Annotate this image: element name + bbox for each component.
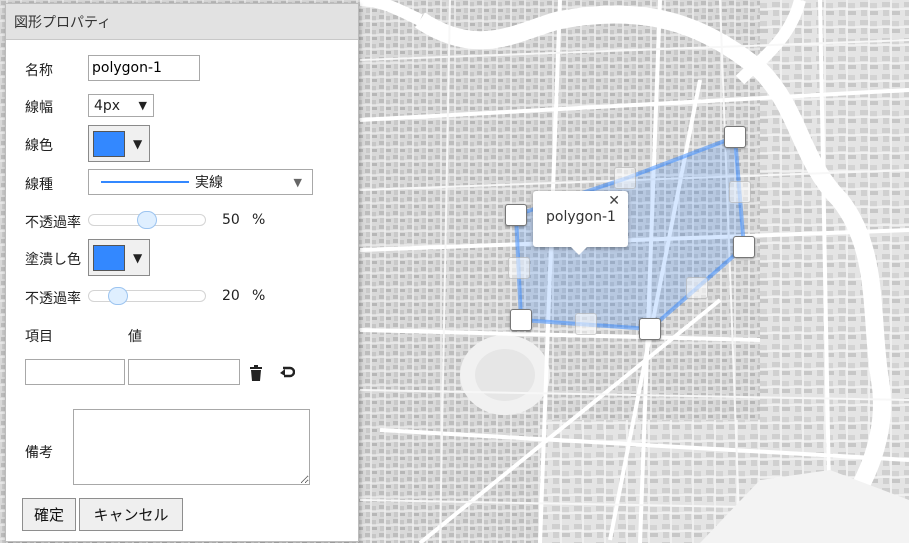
vertex-handle[interactable] <box>733 236 755 258</box>
notes-label: 備考 <box>25 445 53 461</box>
shape-properties-dialog: 図形プロパティ 名称 線幅 4px ▼ 線色 ▼ 線種 実線 ▼ 不透過率 50… <box>5 3 359 542</box>
dialog-title: 図形プロパティ <box>14 14 112 31</box>
vertex-handle[interactable] <box>510 309 532 331</box>
midpoint-handle[interactable] <box>508 257 530 279</box>
attr-key-header: 項目 <box>25 329 53 345</box>
close-icon[interactable]: ✕ <box>608 193 620 209</box>
notes-textarea[interactable] <box>73 409 310 485</box>
attr-key-input[interactable] <box>25 359 125 385</box>
line-width-label: 線幅 <box>25 100 53 116</box>
fill-color-label: 塗潰し色 <box>25 252 81 268</box>
fill-opacity-label: 不透過率 <box>25 291 81 307</box>
fill-color-picker[interactable]: ▼ <box>88 239 150 276</box>
chevron-down-icon: ▼ <box>138 99 147 112</box>
midpoint-handle[interactable] <box>686 277 708 299</box>
vertex-handle[interactable] <box>505 204 527 226</box>
trash-icon[interactable] <box>249 365 263 381</box>
name-input[interactable] <box>88 55 200 81</box>
line-type-value: 実線 <box>195 175 223 191</box>
fill-opacity-slider-thumb[interactable] <box>108 287 129 305</box>
line-opacity-label: 不透過率 <box>25 215 81 231</box>
return-arrow-icon[interactable] <box>277 365 295 379</box>
line-type-label: 線種 <box>25 177 53 193</box>
line-color-picker[interactable]: ▼ <box>88 125 150 162</box>
fill-opacity-slider[interactable] <box>88 287 206 305</box>
chevron-down-icon: ▼ <box>133 250 143 265</box>
line-opacity-slider-thumb[interactable] <box>137 211 157 229</box>
midpoint-handle[interactable] <box>575 313 597 335</box>
line-type-select[interactable]: 実線 ▼ <box>88 169 313 195</box>
polygon-popup: polygon-1 ✕ <box>533 191 628 255</box>
chevron-down-icon: ▼ <box>293 175 302 189</box>
dialog-titlebar[interactable]: 図形プロパティ <box>6 4 358 40</box>
line-opacity-unit: % <box>252 212 266 228</box>
vertex-handle[interactable] <box>724 126 746 148</box>
fill-color-swatch <box>93 244 125 271</box>
line-color-label: 線色 <box>25 138 53 154</box>
vertex-handle[interactable] <box>639 318 661 340</box>
popup-label: polygon-1 <box>546 209 616 225</box>
line-width-select[interactable]: 4px ▼ <box>88 94 154 117</box>
solid-line-icon <box>101 181 189 183</box>
midpoint-handle[interactable] <box>614 167 636 189</box>
cancel-button[interactable]: キャンセル <box>79 498 183 531</box>
fill-opacity-value: 20 <box>222 288 240 304</box>
line-width-value: 4px <box>94 97 121 114</box>
line-opacity-slider[interactable] <box>88 211 206 229</box>
line-color-swatch <box>93 130 125 157</box>
confirm-button[interactable]: 確定 <box>22 498 76 531</box>
midpoint-handle[interactable] <box>729 181 751 203</box>
name-label: 名称 <box>25 63 53 79</box>
chevron-down-icon: ▼ <box>133 136 143 151</box>
attr-value-header: 値 <box>128 329 142 345</box>
attr-value-input[interactable] <box>128 359 240 385</box>
fill-opacity-unit: % <box>252 288 266 304</box>
line-opacity-value: 50 <box>222 212 240 228</box>
